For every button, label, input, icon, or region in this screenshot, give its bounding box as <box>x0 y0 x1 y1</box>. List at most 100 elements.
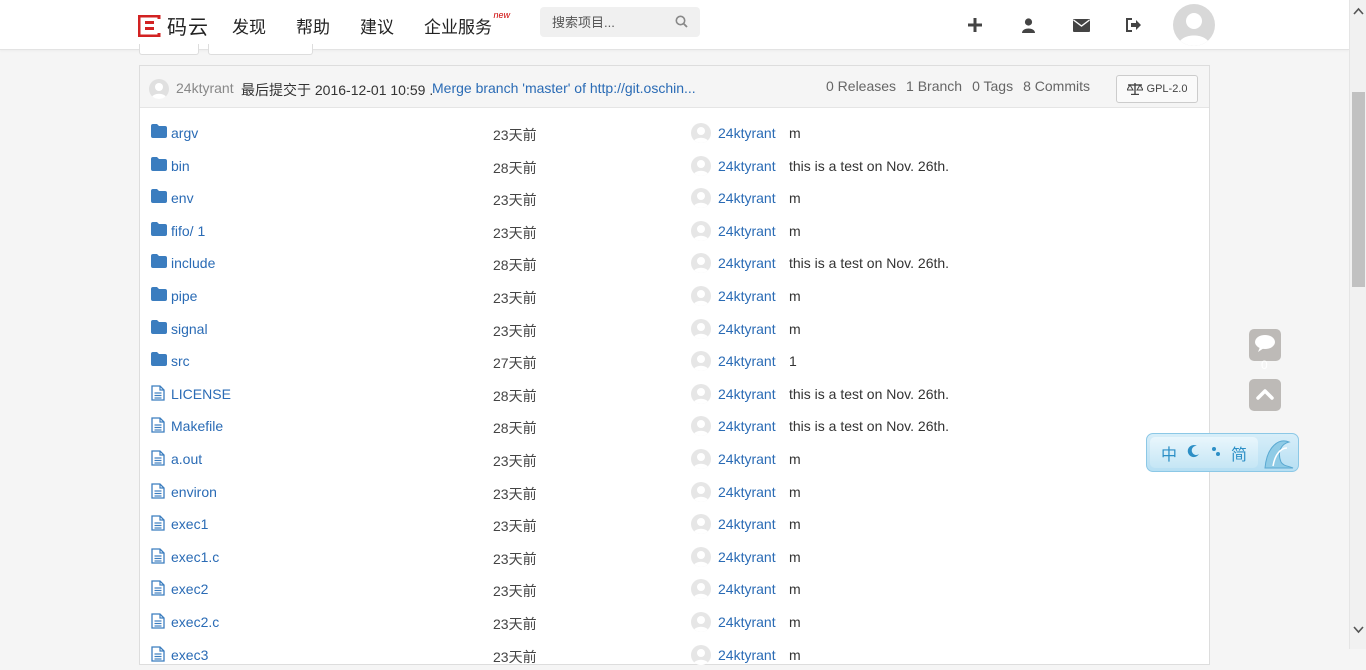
nav-enterprise[interactable]: 企业服务 new <box>424 10 510 38</box>
file-row[interactable]: exec1.c 23天前 24ktyrant m <box>140 540 1209 572</box>
file-name-link[interactable]: exec1 <box>171 516 208 532</box>
commit-message-link[interactable]: Merge branch 'master' of http://git.osch… <box>432 80 696 96</box>
committer-avatar[interactable] <box>691 481 711 502</box>
search-icon[interactable] <box>675 15 688 31</box>
user-icon[interactable] <box>1019 16 1037 34</box>
avatar[interactable] <box>1173 4 1215 46</box>
nav-discover[interactable]: 发现 <box>232 13 266 38</box>
file-row[interactable]: Makefile 28天前 24ktyrant this is a test on N… <box>140 409 1209 441</box>
file-row[interactable]: exec1 23天前 24ktyrant m <box>140 507 1209 539</box>
scroll-up-arrow-icon[interactable] <box>1353 2 1364 18</box>
toolbar-button-stub[interactable] <box>208 44 313 55</box>
commit-message[interactable]: m <box>789 516 801 532</box>
commit-message[interactable]: 1 <box>789 353 797 369</box>
file-name-link[interactable]: LICENSE <box>171 386 231 402</box>
committer-avatar[interactable] <box>691 383 711 404</box>
committer-link[interactable]: 24ktyrant <box>718 288 776 304</box>
commit-message[interactable]: m <box>789 223 801 239</box>
commit-message[interactable]: this is a test on Nov. 26th. <box>789 418 949 434</box>
ime-simplified-label[interactable]: 简 <box>1231 441 1247 465</box>
file-name-link[interactable]: src <box>171 353 190 369</box>
file-name-link[interactable]: fifo/ 1 <box>171 223 205 239</box>
file-row[interactable]: LICENSE 28天前 24ktyrant this is a test on No… <box>140 377 1209 409</box>
file-name-link[interactable]: a.out <box>171 451 202 467</box>
file-row[interactable]: signal 23天前 24ktyrant m <box>140 312 1209 344</box>
file-name-link[interactable]: environ <box>171 484 217 500</box>
commit-message[interactable]: this is a test on Nov. 26th. <box>789 158 949 174</box>
committer-link[interactable]: 24ktyrant <box>718 581 776 597</box>
commit-message[interactable]: m <box>789 484 801 500</box>
commit-message[interactable]: m <box>789 190 801 206</box>
committer-link[interactable]: 24ktyrant <box>718 614 776 630</box>
file-name-link[interactable]: exec2.c <box>171 614 219 630</box>
file-name-link[interactable]: bin <box>171 158 190 174</box>
committer-link[interactable]: 24ktyrant <box>718 125 776 141</box>
file-row[interactable]: src 27天前 24ktyrant 1 <box>140 344 1209 376</box>
committer-avatar[interactable] <box>691 155 711 176</box>
file-name-link[interactable]: argv <box>171 125 198 141</box>
logo[interactable]: 码云 <box>137 11 209 40</box>
committer-avatar[interactable] <box>691 123 711 143</box>
file-row[interactable]: exec2.c 23天前 24ktyrant m <box>140 605 1209 637</box>
commit-message[interactable]: this is a test on Nov. 26th. <box>789 386 949 402</box>
committer-avatar[interactable] <box>691 612 711 632</box>
page-scrollbar[interactable] <box>1349 0 1366 649</box>
file-row[interactable]: pipe 23天前 24ktyrant m <box>140 279 1209 311</box>
file-row[interactable]: exec3 23天前 24ktyrant m <box>140 638 1209 670</box>
tags-link[interactable]: 0 Tags <box>972 78 1013 94</box>
committer-link[interactable]: 24ktyrant <box>718 451 776 467</box>
releases-link[interactable]: 0 Releases <box>826 78 896 94</box>
committer-avatar[interactable] <box>691 351 711 372</box>
comment-button[interactable]: 0 <box>1249 329 1281 372</box>
logout-icon[interactable] <box>1125 16 1143 34</box>
commits-link[interactable]: 8 Commits <box>1023 78 1090 94</box>
ime-lang-label[interactable]: 中 <box>1161 441 1177 465</box>
file-name-link[interactable]: env <box>171 190 194 206</box>
committer-link[interactable]: 24ktyrant <box>718 484 776 500</box>
committer-link[interactable]: 24ktyrant <box>718 353 776 369</box>
committer-link[interactable]: 24ktyrant <box>718 190 776 206</box>
committer-avatar[interactable] <box>691 318 711 339</box>
commit-message[interactable]: this is a test on Nov. 26th. <box>789 255 949 271</box>
file-row[interactable]: env 23天前 24ktyrant m <box>140 181 1209 213</box>
committer-avatar[interactable] <box>691 449 711 469</box>
commit-message[interactable]: m <box>789 581 801 597</box>
license-button[interactable]: GPL-2.0 <box>1116 75 1198 103</box>
commit-message[interactable]: m <box>789 288 801 304</box>
committer-link[interactable]: 24ktyrant <box>718 549 776 565</box>
committer-link[interactable]: 24ktyrant <box>718 158 776 174</box>
committer-avatar[interactable] <box>691 416 711 437</box>
plus-icon[interactable] <box>966 16 984 34</box>
branches-link[interactable]: 1 Branch <box>906 78 962 94</box>
file-name-link[interactable]: Makefile <box>171 418 223 434</box>
committer-avatar[interactable] <box>691 514 711 535</box>
ime-moon-icon[interactable] <box>1187 443 1201 462</box>
file-row[interactable]: fifo/ 1 23天前 24ktyrant m <box>140 214 1209 246</box>
file-row[interactable]: exec2 23天前 24ktyrant m <box>140 572 1209 604</box>
file-row[interactable]: argv 23天前 24ktyrant m <box>140 116 1209 148</box>
mail-icon[interactable] <box>1072 16 1090 34</box>
committer-link[interactable]: 24ktyrant <box>718 516 776 532</box>
committer-link[interactable]: 24ktyrant <box>718 386 776 402</box>
committer-link[interactable]: 24ktyrant <box>718 223 776 239</box>
committer-avatar[interactable] <box>149 79 169 99</box>
ime-punct-icon[interactable] <box>1211 443 1221 462</box>
toolbar-button-stub[interactable] <box>139 44 199 55</box>
commit-message[interactable]: m <box>789 614 801 630</box>
file-row[interactable]: a.out 23天前 24ktyrant m <box>140 442 1209 474</box>
commit-message[interactable]: m <box>789 451 801 467</box>
committer-link[interactable]: 24ktyrant <box>718 321 776 337</box>
file-name-link[interactable]: signal <box>171 321 208 337</box>
committer-avatar[interactable] <box>691 253 711 274</box>
file-name-link[interactable]: exec2 <box>171 581 208 597</box>
scroll-top-button[interactable] <box>1249 379 1281 411</box>
committer-link[interactable]: 24ktyrant <box>718 255 776 271</box>
committer-name[interactable]: 24ktyrant <box>176 80 234 96</box>
committer-avatar[interactable] <box>691 188 711 209</box>
file-row[interactable]: bin 28天前 24ktyrant this is a test on Nov. 2… <box>140 149 1209 181</box>
committer-avatar[interactable] <box>691 546 711 567</box>
file-name-link[interactable]: pipe <box>171 288 197 304</box>
scroll-down-arrow-icon[interactable] <box>1353 621 1364 637</box>
scrollbar-thumb[interactable] <box>1352 92 1365 287</box>
committer-avatar[interactable] <box>691 220 711 241</box>
